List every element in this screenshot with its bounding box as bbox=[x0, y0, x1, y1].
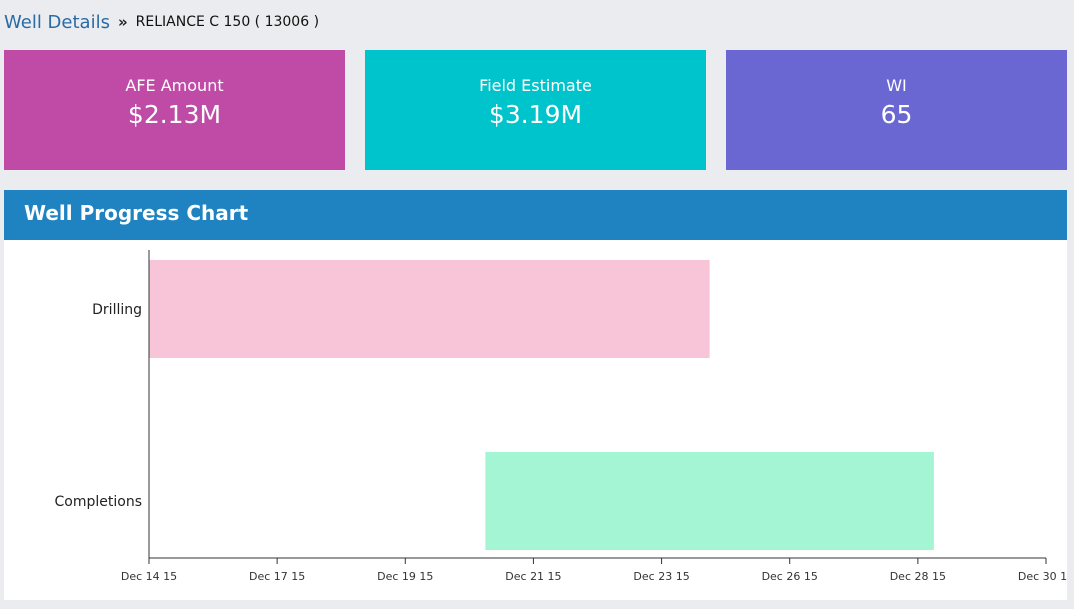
well-progress-chart-panel: Drilling Completions Dec 14 15 Dec 17 15 Dec… bbox=[4, 240, 1067, 600]
afe-amount-value: $2.13M bbox=[127, 100, 222, 129]
x-tick-label: Dec 23 15 bbox=[633, 570, 689, 583]
wi-card: WI 65 bbox=[726, 50, 1067, 170]
x-tick-label: Dec 19 15 bbox=[377, 570, 433, 583]
afe-amount-label: AFE Amount bbox=[125, 76, 224, 95]
field-estimate-value: $3.19M bbox=[488, 100, 583, 129]
field-estimate-card: Field Estimate $3.19M bbox=[365, 50, 706, 170]
x-tick-label: Dec 30 15 bbox=[1018, 570, 1067, 583]
breadcrumb-current-well: RELIANCE C 150 ( 13006 ) bbox=[135, 14, 320, 30]
well-progress-chart-header: Well Progress Chart bbox=[4, 190, 1067, 240]
x-tick-label: Dec 21 15 bbox=[505, 570, 561, 583]
breadcrumb: Well Details » RELIANCE C 150 ( 13006 ) bbox=[4, 8, 319, 36]
x-tick-label: Dec 26 15 bbox=[762, 570, 818, 583]
well-progress-chart: Drilling Completions Dec 14 15 Dec 17 15 Dec… bbox=[55, 250, 1067, 583]
panel-title: Well Progress Chart bbox=[24, 201, 249, 225]
wi-label: WI bbox=[886, 76, 907, 95]
x-tick-label: Dec 14 15 bbox=[121, 570, 177, 583]
breadcrumb-separator: » bbox=[117, 13, 128, 31]
bar-completions bbox=[485, 452, 934, 550]
breadcrumb-well-details-link[interactable]: Well Details bbox=[4, 12, 110, 33]
field-estimate-label: Field Estimate bbox=[479, 76, 592, 95]
x-tick-label: Dec 28 15 bbox=[890, 570, 946, 583]
afe-amount-card: AFE Amount $2.13M bbox=[4, 50, 345, 170]
category-label-completions: Completions bbox=[55, 494, 142, 510]
category-label-drilling: Drilling bbox=[92, 302, 142, 318]
x-tick-label: Dec 17 15 bbox=[249, 570, 305, 583]
wi-value: 65 bbox=[880, 100, 913, 129]
bar-drilling bbox=[149, 260, 710, 358]
